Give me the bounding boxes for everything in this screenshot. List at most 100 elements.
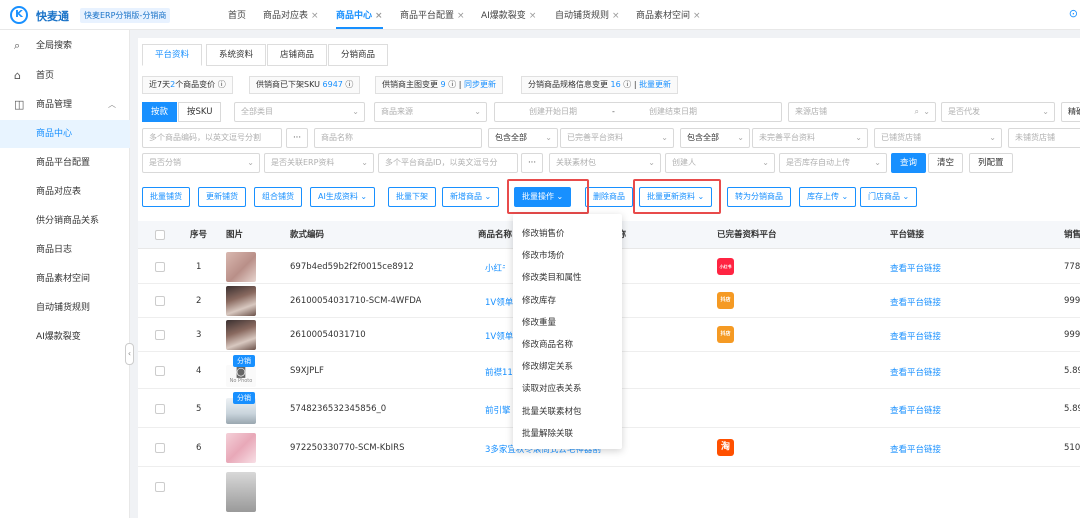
listed-shop-select[interactable]: 已铺货店铺 ⌄ bbox=[874, 128, 1002, 148]
more-codes-button[interactable]: ··· bbox=[286, 128, 308, 148]
batch-delist-button[interactable]: 批量下架 bbox=[388, 187, 436, 207]
sidebar-collapse-handle[interactable]: ‹ bbox=[125, 343, 134, 365]
close-icon[interactable]: × bbox=[529, 11, 537, 21]
clear-button[interactable]: 清空 bbox=[928, 153, 964, 173]
sidebar-item-platform-config[interactable]: 商品平台配置 bbox=[0, 149, 130, 177]
menu-item-link-material[interactable]: 批量关联素材包 bbox=[522, 405, 582, 417]
stock-upload-button[interactable]: 库存上传 ⌄ bbox=[799, 187, 857, 207]
sync-update-link[interactable]: 同步更新 bbox=[464, 80, 496, 89]
done-platform-select[interactable]: 已完善平台资料 ⌄ bbox=[560, 128, 674, 148]
column-config-button[interactable]: 列配置 bbox=[969, 153, 1013, 173]
more-ids-button[interactable]: ··· bbox=[521, 153, 543, 173]
menu-item-edit-stock[interactable]: 修改库存 bbox=[522, 294, 556, 306]
menu-item-edit-name[interactable]: 修改商品名称 bbox=[522, 338, 573, 350]
product-name-link[interactable]: 1V领单 bbox=[485, 330, 515, 342]
tab-platform-config[interactable]: 商品平台配置 × bbox=[400, 8, 465, 21]
product-thumbnail[interactable] bbox=[226, 286, 256, 316]
unlisted-shop-select[interactable]: 未铺货店铺 bbox=[1008, 128, 1080, 148]
close-icon[interactable]: × bbox=[375, 11, 383, 21]
tab-product-center[interactable]: 商品中心 × bbox=[336, 8, 383, 29]
category-select[interactable]: 全部类目 ⌄ bbox=[234, 102, 365, 122]
subtab-system-data[interactable]: 系统资料 bbox=[206, 44, 267, 66]
sidebar-global-search[interactable]: ⌕ 全局搜索 bbox=[0, 32, 130, 60]
product-thumbnail[interactable] bbox=[226, 472, 256, 512]
convert-distribution-button[interactable]: 转为分销商品 bbox=[727, 187, 791, 207]
batch-listing-button[interactable]: 批量铺货 bbox=[142, 187, 190, 207]
notice-removed-sku[interactable]: 供销商已下架SKU 6947 ⓘ bbox=[249, 76, 361, 94]
proxy-select[interactable]: 是否代发 ⌄ bbox=[941, 102, 1055, 122]
row-checkbox[interactable] bbox=[155, 366, 165, 376]
row-checkbox[interactable] bbox=[155, 262, 165, 272]
tab-material-space[interactable]: 商品素材空间 × bbox=[636, 8, 701, 21]
product-name-link[interactable]: 1V领单 bbox=[485, 296, 515, 308]
row-checkbox[interactable] bbox=[155, 443, 165, 453]
tab-home[interactable]: 首页 bbox=[228, 8, 246, 21]
platform-ids-input[interactable]: 多个平台商品ID，以英文逗号分 bbox=[378, 153, 518, 173]
source-shop-select[interactable]: 来源店铺 ⌕ ⌄ bbox=[788, 102, 936, 122]
chat-icon[interactable]: ⊙ bbox=[1069, 7, 1078, 20]
product-name-link[interactable]: 前引擎 bbox=[485, 404, 515, 416]
product-thumbnail[interactable] bbox=[226, 252, 256, 282]
sidebar-item-auto-listing[interactable]: 自动铺货规则 bbox=[0, 294, 130, 322]
product-thumbnail[interactable] bbox=[226, 433, 256, 463]
menu-item-edit-binding[interactable]: 修改绑定关系 bbox=[522, 360, 573, 372]
mode-by-sku[interactable]: 按SKU bbox=[178, 102, 222, 122]
platform-link[interactable]: 查看平台链接 bbox=[890, 404, 941, 416]
creator-select[interactable]: 创建人 ⌄ bbox=[665, 153, 775, 173]
platform-link[interactable]: 查看平台链接 bbox=[890, 443, 941, 455]
date-range-picker[interactable]: 创建开始日期 - 创建结束日期 bbox=[494, 102, 782, 122]
platform-link[interactable]: 查看平台链接 bbox=[890, 330, 941, 342]
menu-item-edit-category[interactable]: 修改类目和属性 bbox=[522, 271, 582, 283]
sidebar-item-material-space[interactable]: 商品素材空间 bbox=[0, 265, 130, 293]
update-listing-button[interactable]: 更新铺货 bbox=[198, 187, 246, 207]
platform-link[interactable]: 查看平台链接 bbox=[890, 366, 941, 378]
store-products-button[interactable]: 门店商品 ⌄ bbox=[860, 187, 918, 207]
auto-upload-select[interactable]: 是否库存自动上传 ⌄ bbox=[779, 153, 887, 173]
undone-platform-select[interactable]: 未完善平台资料 ⌄ bbox=[752, 128, 868, 148]
row-checkbox[interactable] bbox=[155, 330, 165, 340]
product-name-link[interactable]: 小红书 bbox=[485, 262, 505, 274]
tab-ai-viral[interactable]: AI爆款裂变 × bbox=[481, 8, 536, 21]
source-select[interactable]: 商品来源 ⌄ bbox=[374, 102, 487, 122]
menu-item-edit-weight[interactable]: 修改重量 bbox=[522, 316, 556, 328]
tab-auto-listing[interactable]: 自动铺货规则 × bbox=[555, 8, 620, 21]
mode-by-style[interactable]: 按款 bbox=[142, 102, 178, 122]
platform-link[interactable]: 查看平台链接 bbox=[890, 296, 941, 308]
product-name-link[interactable]: 前襟11 bbox=[485, 366, 515, 378]
batch-update-link[interactable]: 批量更新 bbox=[639, 80, 671, 89]
sidebar-group-product-management[interactable]: ◫ 商品管理 ︿ bbox=[0, 91, 130, 119]
sidebar-item-product-log[interactable]: 商品日志 bbox=[0, 236, 130, 264]
close-icon[interactable]: × bbox=[311, 11, 319, 21]
row-checkbox[interactable] bbox=[155, 296, 165, 306]
precise-select[interactable]: 精确 bbox=[1061, 102, 1080, 122]
menu-item-edit-sale-price[interactable]: 修改销售价 bbox=[522, 227, 565, 239]
subtab-distribution-products[interactable]: 分销商品 bbox=[328, 44, 389, 66]
row-checkbox[interactable] bbox=[155, 482, 165, 492]
sidebar-item-home[interactable]: ⌂ 首页 bbox=[0, 62, 130, 90]
close-icon[interactable]: × bbox=[612, 11, 620, 21]
platform-link[interactable]: 查看平台链接 bbox=[890, 262, 941, 274]
menu-item-unlink[interactable]: 批量解除关联 bbox=[522, 427, 573, 439]
subtab-platform-data[interactable]: 平台资料 bbox=[142, 44, 203, 66]
product-codes-input[interactable]: 多个商品编码，以英文逗号分割 bbox=[142, 128, 282, 148]
ai-generate-button[interactable]: AI生成资料 ⌄ bbox=[310, 187, 376, 207]
product-name-input[interactable]: 商品名称 bbox=[314, 128, 482, 148]
query-button[interactable]: 查询 bbox=[891, 153, 927, 173]
include-select-1[interactable]: 包含全部 ⌄ bbox=[488, 128, 558, 148]
sidebar-item-ai-viral[interactable]: AI爆款裂变 bbox=[0, 323, 130, 351]
sidebar-item-product-center[interactable]: 商品中心 bbox=[0, 120, 130, 148]
include-select-2[interactable]: 包含全部 ⌄ bbox=[680, 128, 750, 148]
add-product-button[interactable]: 新增商品 ⌄ bbox=[442, 187, 500, 207]
delete-product-button[interactable]: 删除商品 bbox=[585, 187, 633, 207]
menu-item-edit-market-price[interactable]: 修改市场价 bbox=[522, 249, 565, 261]
combo-listing-button[interactable]: 组合铺货 bbox=[254, 187, 302, 207]
is-distribution-select[interactable]: 是否分销 ⌄ bbox=[142, 153, 260, 173]
sidebar-item-supply-relation[interactable]: 供分销商品关系 bbox=[0, 207, 130, 235]
tab-product-mapping[interactable]: 商品对应表 × bbox=[263, 8, 319, 21]
erp-link-select[interactable]: 是否关联ERP资料 ⌄ bbox=[264, 153, 374, 173]
material-select[interactable]: 关联素材包 ⌄ bbox=[549, 153, 661, 173]
sidebar-item-product-mapping[interactable]: 商品对应表 bbox=[0, 178, 130, 206]
select-all-checkbox[interactable] bbox=[155, 230, 165, 240]
product-thumbnail[interactable] bbox=[226, 320, 256, 350]
subtab-shop-products[interactable]: 店铺商品 bbox=[267, 44, 328, 66]
